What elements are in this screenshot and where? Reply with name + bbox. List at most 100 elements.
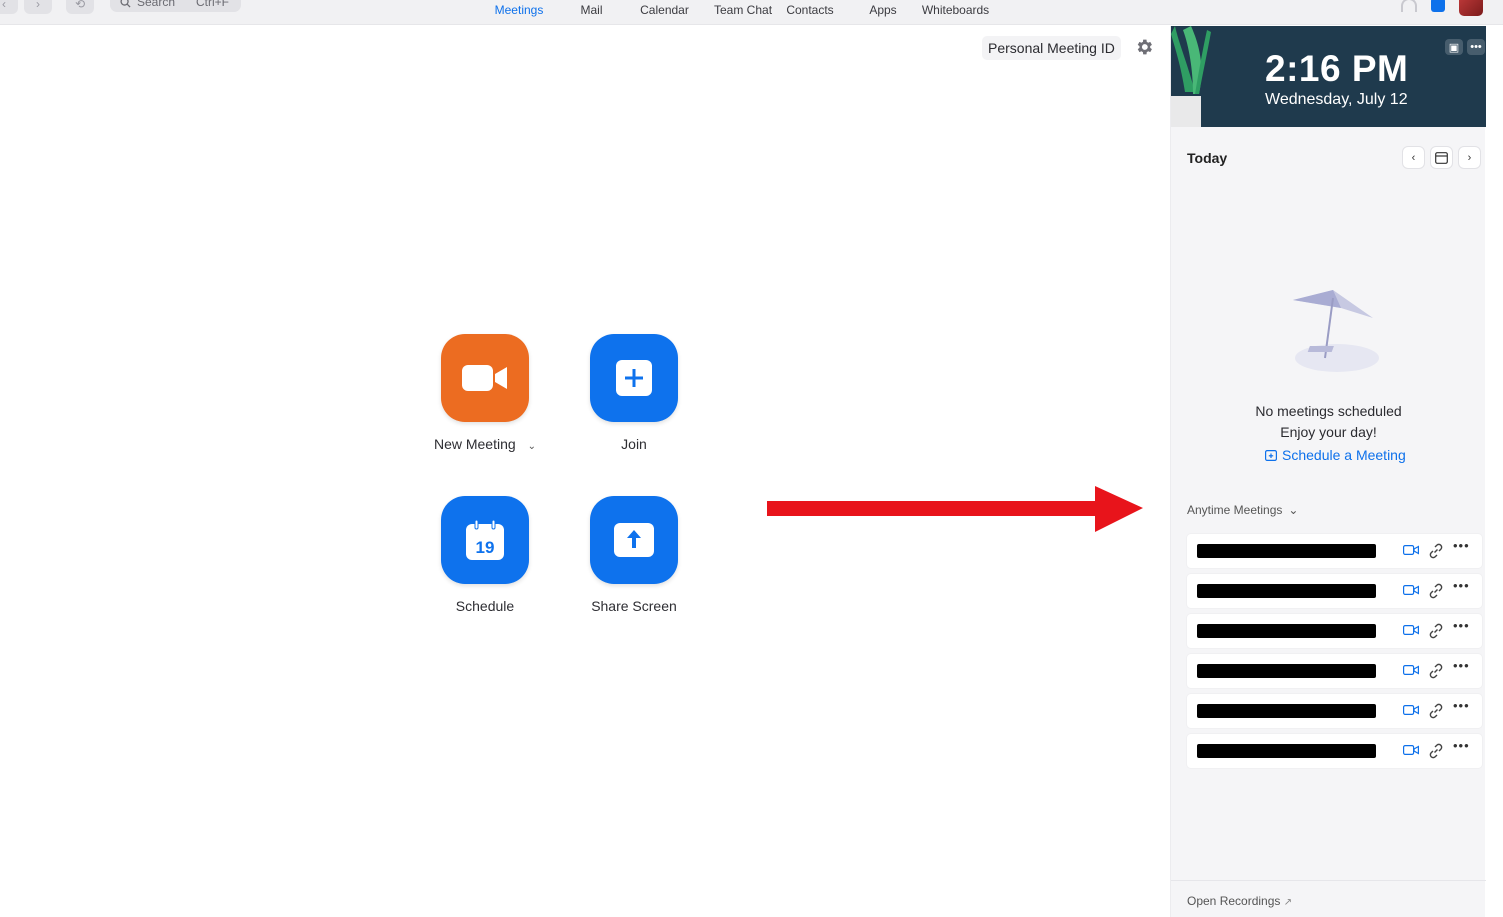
open-recordings-link[interactable]: Open Recordings ↗	[1171, 880, 1486, 908]
share-screen-label: Share Screen	[591, 598, 677, 614]
tab-apps[interactable]: Apps	[859, 0, 907, 25]
meeting-row[interactable]: •••	[1187, 574, 1482, 608]
tab-mail[interactable]: Mail	[568, 0, 615, 25]
new-meeting-label: New Meeting	[433, 436, 516, 452]
top-right-controls	[1401, 0, 1483, 16]
chevron-down-icon: ⌄	[1288, 503, 1299, 517]
link-icon[interactable]	[1428, 583, 1444, 599]
date-picker-button[interactable]	[1430, 146, 1453, 169]
meeting-row[interactable]: •••	[1187, 654, 1482, 688]
tab-team-chat[interactable]: Team Chat	[714, 0, 772, 25]
search-icon	[120, 0, 131, 8]
personal-meeting-id-label: Personal Meeting ID	[988, 40, 1115, 56]
anytime-meetings-toggle[interactable]: Anytime Meetings ⌄	[1187, 503, 1298, 517]
link-icon[interactable]	[1428, 703, 1444, 719]
link-icon[interactable]	[1428, 623, 1444, 639]
calendar-icon: 19	[466, 520, 504, 560]
red-arrow-annotation	[767, 486, 1143, 532]
meeting-row[interactable]: •••	[1187, 734, 1482, 768]
top-bar: ‹ › ⟲ Search Ctrl+F Meetings Mail Calend…	[0, 0, 1503, 25]
tab-whiteboards[interactable]: Whiteboards	[907, 0, 1004, 25]
clock-header: 2:16 PM Wednesday, July 12 ▣ •••	[1171, 26, 1486, 127]
external-link-icon: ↗	[1283, 897, 1293, 908]
video-camera-icon[interactable]	[1403, 584, 1419, 596]
more-icon[interactable]: •••	[1453, 538, 1470, 553]
clock-time: 2:16 PM	[1265, 48, 1409, 89]
more-icon[interactable]: •••	[1453, 658, 1470, 673]
search-shortcut: Ctrl+F	[196, 0, 229, 9]
video-camera-icon[interactable]	[1403, 624, 1419, 636]
redacted-meeting-title	[1197, 704, 1376, 718]
back-button[interactable]: ‹	[0, 0, 18, 14]
tab-calendar[interactable]: Calendar	[615, 0, 714, 25]
back-icon: ‹	[2, 0, 6, 11]
schedule-label: Schedule	[455, 598, 515, 614]
join-button[interactable]	[590, 334, 678, 422]
open-recordings-label: Open Recordings	[1187, 894, 1281, 908]
video-camera-icon[interactable]	[1403, 544, 1419, 556]
app-icon[interactable]	[1431, 0, 1445, 12]
anytime-meetings-list: ••• ••• ••• ••• ••• •••	[1187, 534, 1482, 774]
bell-icon[interactable]	[1401, 0, 1417, 12]
plant-illustration	[1171, 26, 1211, 127]
video-camera-icon[interactable]	[1403, 664, 1419, 676]
more-icon[interactable]: •••	[1453, 578, 1470, 593]
history-icon: ⟲	[74, 0, 86, 11]
more-icon[interactable]: •••	[1453, 738, 1470, 753]
clock-date: Wednesday, July 12	[1265, 91, 1408, 108]
join-label: Join	[621, 436, 647, 452]
share-screen-button[interactable]	[590, 496, 678, 584]
redacted-meeting-title	[1197, 664, 1376, 678]
beach-umbrella-illustration	[1293, 290, 1379, 372]
no-meetings-title: No meetings scheduled	[1255, 403, 1402, 419]
calendar-add-icon[interactable]: ▣	[1445, 39, 1463, 55]
calendar-icon	[1435, 152, 1448, 164]
redacted-meeting-title	[1197, 584, 1376, 598]
chevron-left-icon: ‹	[1411, 151, 1416, 164]
forward-button[interactable]: ›	[24, 0, 52, 14]
search-box[interactable]: Search Ctrl+F	[110, 0, 241, 12]
more-icon[interactable]: •••	[1453, 698, 1470, 713]
no-meetings-subtitle: Enjoy your day!	[1280, 424, 1377, 440]
history-button[interactable]: ⟲	[66, 0, 94, 14]
meeting-row[interactable]: •••	[1187, 534, 1482, 568]
chevron-down-icon[interactable]: ⌄	[528, 441, 536, 452]
forward-icon: ›	[36, 0, 40, 11]
schedule-meeting-link[interactable]: Schedule a Meeting	[1265, 447, 1406, 463]
anytime-meetings-label: Anytime Meetings	[1187, 503, 1283, 517]
tab-meetings[interactable]: Meetings	[470, 0, 568, 25]
upcoming-panel: 2:16 PM Wednesday, July 12 ▣ ••• Today ‹…	[1170, 26, 1486, 917]
new-meeting-button[interactable]	[441, 334, 529, 422]
schedule-button[interactable]: 19	[441, 496, 529, 584]
share-screen-icon	[614, 523, 654, 557]
plus-icon	[616, 360, 652, 396]
avatar[interactable]	[1459, 0, 1483, 16]
more-icon[interactable]: •••	[1467, 39, 1485, 55]
gear-icon[interactable]	[1134, 37, 1154, 57]
video-camera-icon	[462, 365, 507, 391]
meeting-row[interactable]: •••	[1187, 694, 1482, 728]
today-label: Today	[1187, 150, 1228, 166]
meeting-row[interactable]: •••	[1187, 614, 1482, 648]
redacted-meeting-title	[1197, 544, 1376, 558]
tab-contacts[interactable]: Contacts	[761, 0, 859, 25]
video-camera-icon[interactable]	[1403, 704, 1419, 716]
new-meeting-action: New Meeting ⌄	[410, 334, 560, 454]
redacted-meeting-title	[1197, 624, 1376, 638]
link-icon[interactable]	[1428, 743, 1444, 759]
search-placeholder: Search	[137, 0, 176, 9]
schedule-meeting-link-label: Schedule a Meeting	[1282, 447, 1406, 463]
previous-day-button[interactable]: ‹	[1402, 146, 1425, 169]
link-icon[interactable]	[1428, 543, 1444, 559]
calendar-add-icon	[1265, 450, 1277, 461]
next-day-button[interactable]: ›	[1458, 146, 1481, 169]
share-screen-action: Share Screen	[559, 496, 709, 616]
video-camera-icon[interactable]	[1403, 744, 1419, 756]
join-action: Join	[559, 334, 709, 454]
calendar-day-number: 19	[476, 538, 495, 557]
schedule-action: 19 Schedule	[410, 496, 560, 616]
link-icon[interactable]	[1428, 663, 1444, 679]
more-icon[interactable]: •••	[1453, 618, 1470, 633]
main-tabs: Meetings Mail Calendar Team Chat Contact…	[470, 0, 1004, 25]
personal-meeting-id-button[interactable]: Personal Meeting ID	[982, 36, 1121, 60]
